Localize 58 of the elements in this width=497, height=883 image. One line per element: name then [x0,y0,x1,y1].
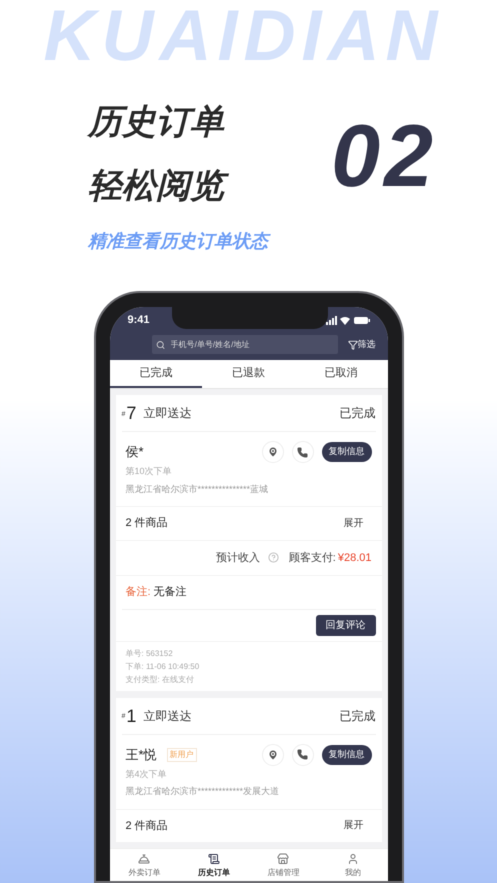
status-time: 9:41 [128,312,150,328]
status-icons [326,316,370,324]
phone-icon [297,749,308,760]
filter-icon [348,340,358,350]
map-pin-icon [266,446,278,458]
order-tab[interactable]: 已取消 [294,360,388,388]
order-status: 已完成 [340,405,376,422]
location-button[interactable] [262,441,284,463]
order-count: 第10次下单 [126,465,173,478]
new-user-badge: 新用户 [166,748,197,762]
paid-label: 顾客支付: [288,550,336,566]
expand-button[interactable]: 展开 [344,516,372,531]
order-count: 第4次下单 [126,768,168,780]
delivery-type: 立即送达 [143,708,192,724]
filter-button[interactable]: 筛选 [348,338,376,352]
address-text: 黑龙江省哈尔滨市***************蓝城 [126,482,270,496]
page-number: 02 [331,108,438,204]
copy-info-button[interactable]: 复制信息 [322,442,372,462]
search-input[interactable]: 手机号/单号/姓名/地址 [170,338,334,350]
document-icon [208,853,220,865]
nav-tab[interactable]: 我的 [318,853,388,881]
income-label: 预计收入 [216,550,260,566]
paid-amount: ¥28.01 [338,550,372,566]
nav-tab[interactable]: 外卖订单 [110,853,179,881]
order-detail: 支付类型: 在线支付 [126,674,195,684]
address-text: 黑龙江省哈尔滨市*************发展大道 [126,785,280,798]
copy-info-button[interactable]: 复制信息 [322,744,372,764]
order-tab[interactable]: 已完成 [110,360,202,388]
subtitle: 精准查看历史订单状态 [88,228,274,255]
phone-icon [297,446,308,458]
customer-name: 侯* [126,443,144,462]
user-icon [346,853,359,865]
order-detail: 单号: 563152 [126,648,174,658]
reply-review-button[interactable]: 回复评论 [316,614,376,636]
headline: 历史订单 [88,101,226,144]
order-number: 7 [126,403,136,423]
call-button[interactable] [292,744,314,766]
remark-label: 备注: [126,584,151,600]
headline: 轻松阅览 [88,162,232,210]
search-field[interactable]: 手机号/单号/姓名/地址 [152,335,338,354]
location-button[interactable] [262,744,284,766]
call-button[interactable] [292,441,314,463]
map-pin-icon [266,748,278,760]
expand-button[interactable]: 展开 [344,818,372,834]
search-icon [156,340,165,350]
customer-name: 王*悦 [126,746,157,764]
remark-text: 无备注 [154,584,187,600]
delivery-type: 立即送达 [143,405,192,422]
nav-tab[interactable]: 店铺管理 [248,853,318,881]
order-number: 1 [126,706,136,726]
store-icon [277,853,290,865]
nav-tab[interactable]: 历史订单 [179,853,248,881]
order-tab[interactable]: 已退款 [202,360,295,388]
order-status: 已完成 [340,708,376,724]
goods-count: 2 件商品 [126,818,168,834]
bell-icon [138,853,150,865]
goods-count: 2 件商品 [126,516,168,531]
order-detail: 下单: 11-06 10:49:50 [126,660,200,672]
